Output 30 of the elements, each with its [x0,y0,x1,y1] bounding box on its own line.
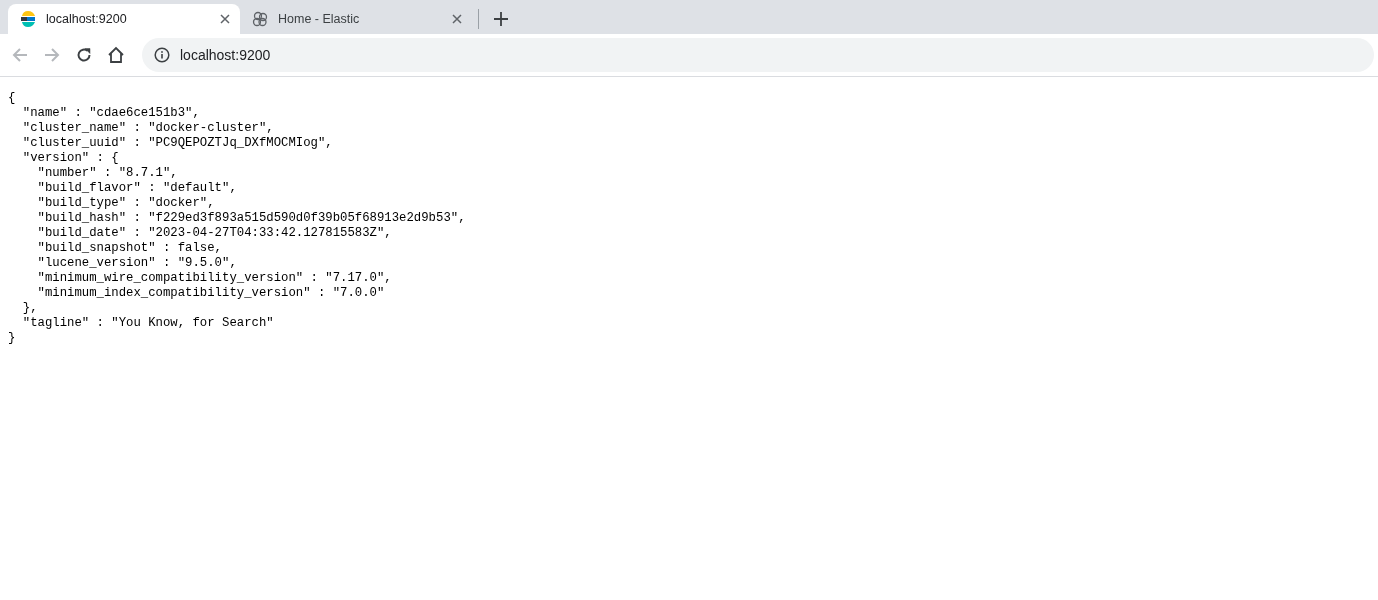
browser-tab[interactable]: Home - Elastic [240,4,472,34]
json-line: }, [21,301,39,316]
json-line: "build_flavor" : "default", [36,181,238,196]
json-line: "build_snapshot" : false, [36,241,223,256]
browser-tab[interactable]: localhost:9200 [8,4,240,34]
json-line: { [8,91,17,106]
info-icon[interactable] [154,47,170,63]
reload-icon [76,47,92,63]
json-line: "cluster_name" : "docker-cluster", [21,121,275,136]
json-line: "tagline" : "You Know, for Search" [21,316,275,331]
json-line: "build_hash" : "f229ed3f893a515d590d0f39b05f68913e2d9b53", [36,211,467,226]
json-line: "minimum_wire_compatibility_version" : "7.17.0", [36,271,393,286]
json-line: "build_date" : "2023-04-27T04:33:42.127815583Z", [36,226,393,241]
cluster-logo-icon [252,11,268,27]
close-icon[interactable] [220,14,230,24]
json-line: "cluster_uuid" : "PC9QEPOZTJq_DXfMOCMIog", [21,136,334,151]
json-line: "number" : "8.7.1", [36,166,179,181]
json-line: "version" : { [21,151,120,166]
back-arrow-icon [11,46,29,64]
address-bar[interactable]: localhost:9200 [142,38,1374,72]
json-line: "minimum_index_compatibility_version" : "7.0.0" [36,286,386,301]
close-icon[interactable] [452,14,462,24]
forward-arrow-icon [43,46,61,64]
json-line: "name" : "cdae6ce151b3", [21,106,201,121]
elastic-logo-icon [20,11,36,27]
plus-icon [494,12,508,26]
home-icon [107,46,125,64]
json-line: "build_type" : "docker", [36,196,216,211]
json-line: } [8,331,17,346]
json-line: "lucene_version" : "9.5.0", [36,256,238,271]
